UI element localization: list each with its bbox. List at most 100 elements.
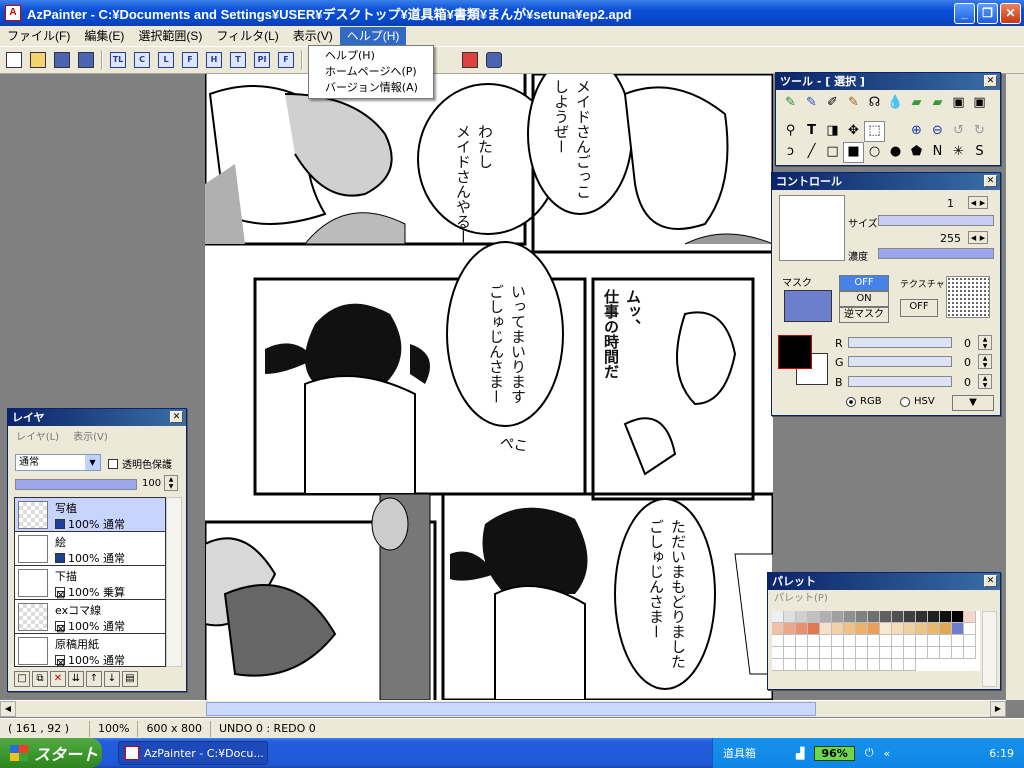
mask-inverse-button[interactable]: 逆マスク <box>839 307 889 323</box>
canvas-vertical-scrollbar[interactable] <box>1006 74 1024 700</box>
palette-swatch[interactable] <box>772 659 784 671</box>
power-icon[interactable]: ⏻ <box>865 746 874 760</box>
mask-color-swatch[interactable] <box>784 290 832 322</box>
merge-layer-icon[interactable]: ⇊ <box>68 671 84 687</box>
mask-on-button[interactable]: ON <box>839 291 889 307</box>
palette-swatch[interactable] <box>796 659 808 671</box>
palette-swatch[interactable] <box>868 659 880 671</box>
palette-swatch[interactable] <box>940 623 952 635</box>
palette-swatch[interactable] <box>784 659 796 671</box>
hsv-radio[interactable]: HSV <box>900 396 935 407</box>
save-as-icon[interactable] <box>75 49 97 71</box>
menu-edit[interactable]: 編集(E) <box>77 27 131 45</box>
doc-button-pi[interactable]: PI <box>251 49 273 71</box>
palette-swatch[interactable] <box>904 611 916 623</box>
doc-button-c[interactable]: C <box>131 49 153 71</box>
control-panel-title[interactable]: コントロール ✕ <box>772 173 1000 190</box>
palette-swatch[interactable] <box>844 611 856 623</box>
b-spinner[interactable]: ▲ ▼ <box>978 374 992 389</box>
delete-layer-icon[interactable]: ✕ <box>50 671 66 687</box>
palette-swatch[interactable] <box>784 611 796 623</box>
palette-swatch[interactable] <box>928 635 940 647</box>
palette-swatch[interactable] <box>952 647 964 659</box>
menu-help[interactable]: ヘルプ(H) <box>339 27 407 45</box>
layer-visible-checkbox[interactable]: ⊠ <box>55 587 65 601</box>
smudge-icon[interactable]: ☊ <box>864 92 885 113</box>
palette-menu[interactable]: パレット(P) <box>768 590 1000 608</box>
palette-swatch[interactable] <box>784 635 796 647</box>
palette-swatch[interactable] <box>880 647 892 659</box>
layer-panel-close-button[interactable]: ✕ <box>170 411 183 423</box>
layer-visible-checkbox[interactable] <box>55 519 65 529</box>
palette-swatch[interactable] <box>964 635 976 647</box>
layer-menu-view[interactable]: 表示(V) <box>73 428 108 443</box>
doc-button-t[interactable]: T <box>227 49 249 71</box>
drawing-canvas[interactable]: わたし メイドさんやるー メイドさんごっこ しようぜー いってまいります ごしゅじんさ… <box>205 74 773 700</box>
line-icon[interactable]: ╱ <box>801 142 822 163</box>
open-folder-icon[interactable] <box>27 49 49 71</box>
palette-swatch[interactable] <box>940 611 952 623</box>
palette-swatch[interactable] <box>928 623 940 635</box>
palette-swatch[interactable] <box>832 635 844 647</box>
palette-swatch[interactable] <box>880 611 892 623</box>
palette-swatch[interactable] <box>832 623 844 635</box>
layer-opacity-spinner[interactable]: ▲ ▼ <box>164 475 178 491</box>
mask-off-button[interactable]: OFF <box>839 275 889 291</box>
palette-swatch[interactable] <box>880 635 892 647</box>
polygon-icon[interactable]: ⬟ <box>906 142 927 163</box>
control-panel-close-button[interactable]: ✕ <box>984 175 997 187</box>
minimize-button[interactable]: _ <box>954 2 975 24</box>
new-file-icon[interactable] <box>3 49 25 71</box>
palette-swatch[interactable] <box>808 647 820 659</box>
brush-icon[interactable]: ✐ <box>822 92 843 113</box>
g-spinner[interactable]: ▲ ▼ <box>978 354 992 369</box>
toolbar-label[interactable]: 道具箱 <box>723 745 756 761</box>
palette-swatch[interactable] <box>916 647 928 659</box>
maximize-button[interactable]: ❐ <box>977 2 998 24</box>
zoom-out-icon[interactable]: ⊖ <box>927 121 948 142</box>
palette-swatch[interactable] <box>808 623 820 635</box>
palette-swatch[interactable] <box>892 659 904 671</box>
palette-swatch[interactable] <box>832 611 844 623</box>
palette-swatch[interactable] <box>868 635 880 647</box>
menu-item-version[interactable]: バージョン情報(A) <box>309 80 433 96</box>
palette-swatch[interactable] <box>772 647 784 659</box>
doc-button-f[interactable]: F <box>179 49 201 71</box>
rect-fill-icon[interactable]: ■ <box>843 141 864 163</box>
eraser-alt-icon[interactable]: ▰ <box>927 92 948 113</box>
device-icon[interactable] <box>483 49 505 71</box>
color-mode-dropdown-button[interactable]: ▼ <box>952 395 994 411</box>
blend-mode-select[interactable]: 通常 ▼ <box>15 454 101 471</box>
zoom-in-icon[interactable]: ⊕ <box>906 121 927 142</box>
pen-icon[interactable]: ✎ <box>780 92 801 113</box>
layer-opacity-slider[interactable] <box>15 479 137 490</box>
layer-props-icon[interactable]: ▤ <box>122 671 138 687</box>
airbrush-icon[interactable]: ✎ <box>843 92 864 113</box>
layer-row-1[interactable]: 絵 100% 通常 <box>15 532 165 566</box>
palette-swatch[interactable] <box>904 647 916 659</box>
drop-icon[interactable]: 💧 <box>885 92 906 113</box>
palette-swatch[interactable] <box>796 611 808 623</box>
palette-swatch[interactable] <box>892 623 904 635</box>
palette-swatch[interactable] <box>952 623 964 635</box>
stamp-alt-icon[interactable]: ▣ <box>969 92 990 113</box>
copy-layer-icon[interactable]: ⧉ <box>32 671 48 687</box>
palette-swatch[interactable] <box>952 635 964 647</box>
layer-menu-layer[interactable]: レイヤ(L) <box>16 428 59 443</box>
menu-view[interactable]: 表示(V) <box>286 27 340 45</box>
palette-swatch[interactable] <box>904 623 916 635</box>
palette-swatch[interactable] <box>808 611 820 623</box>
palette-swatch[interactable] <box>820 623 832 635</box>
palette-swatch[interactable] <box>964 623 976 635</box>
palette-swatch[interactable] <box>808 659 820 671</box>
palette-swatch[interactable] <box>856 635 868 647</box>
palette-swatch[interactable] <box>796 647 808 659</box>
rect-icon[interactable]: □ <box>822 142 843 163</box>
menu-item-help[interactable]: ヘルプ(H) <box>309 48 433 64</box>
canvas-horizontal-scrollbar[interactable]: ◀ ▶ <box>0 700 1006 717</box>
taskbar-app-button[interactable]: AzPainter - C:¥Docu... <box>118 741 268 765</box>
title-bar[interactable]: A AzPainter - C:¥Documents and Settings¥… <box>0 0 1024 26</box>
palette-scrollbar[interactable] <box>982 611 997 687</box>
volume-icon[interactable]: ▟ <box>796 747 804 760</box>
palette-swatch[interactable] <box>784 647 796 659</box>
